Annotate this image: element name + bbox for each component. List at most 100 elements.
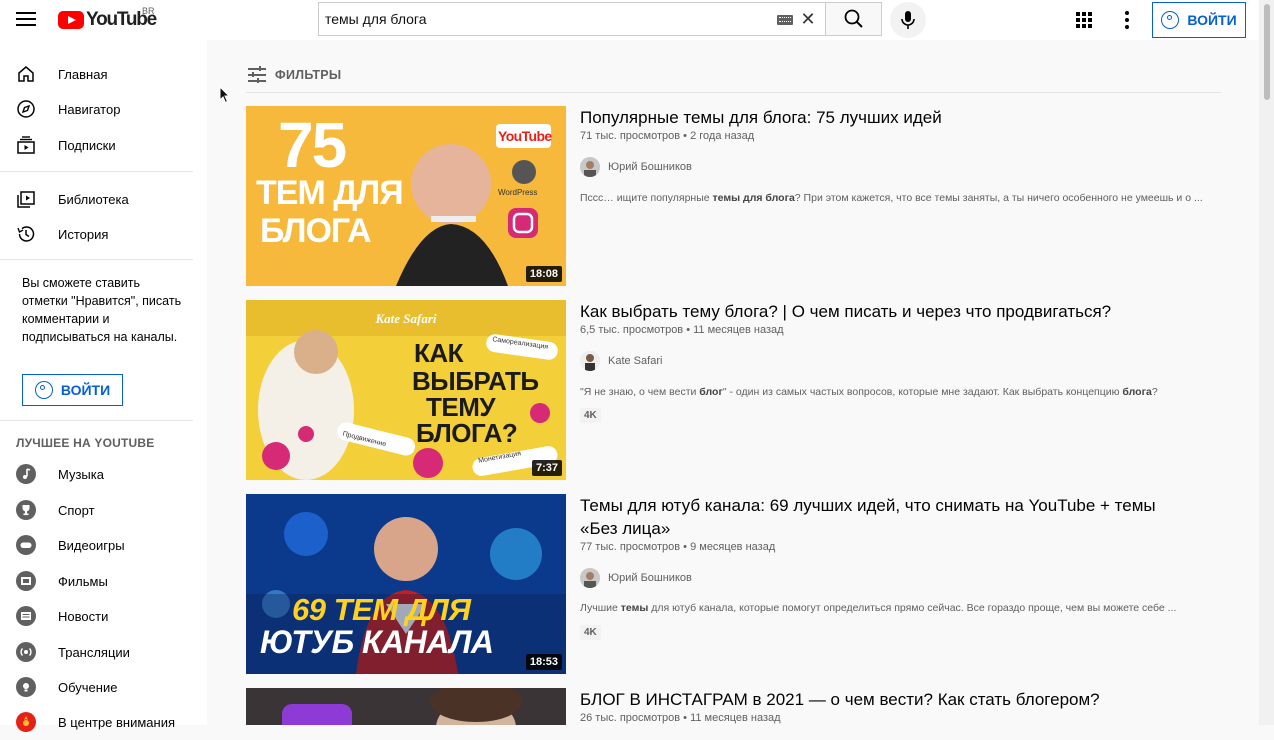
microphone-icon [901,11,915,29]
video-title[interactable]: Популярные темы для блога: 75 лучших иде… [580,106,1190,129]
search-box[interactable]: темы для блога ✕ [318,2,826,36]
sidebar-item-label: Фильмы [58,573,108,589]
search-button[interactable] [826,2,882,36]
sidebar-item-label: Главная [58,66,108,82]
description-text: Лучшие [580,602,621,614]
view-count: 77 тыс. просмотров [580,541,681,553]
sidebar-item-label: Трансляции [58,644,130,660]
signin-label: ВОЙТИ [60,382,111,398]
search-input[interactable]: темы для блога [325,11,427,27]
thumbnail-art [246,688,566,725]
video-description: Лучшие темы для ютуб канала, которые пом… [580,602,1220,614]
description-highlight: блога [1122,386,1152,398]
description-text: ? [1151,386,1158,398]
thumbnail-caption-line: КАК [414,338,464,368]
sidebar-item-home[interactable]: Главная [0,56,207,92]
sidebar-item-sports[interactable]: Спорт [0,492,207,528]
video-thumbnail[interactable] [246,688,566,725]
country-code: BR [142,6,155,16]
sidebar-item-label: Музыка [58,466,104,482]
channel-link[interactable]: Юрий Бошников [580,157,692,177]
sidebar-item-label: Навигатор [58,101,121,117]
description-text: "Я не знаю, о чем вести [580,386,700,398]
section-title-best: ЛУЧШЕЕ НА YOUTUBE [16,436,155,450]
movies-icon [16,571,36,591]
learning-icon [16,677,36,697]
filters-label: ФИЛЬТРЫ [275,68,342,82]
thumbnail-banner-text: Kate Safari [375,311,437,326]
sidebar-item-gaming[interactable]: Видеоигры [0,527,207,563]
sidebar-item-movies[interactable]: Фильмы [0,563,207,599]
apps-grid-icon[interactable] [1076,12,1092,28]
sidebar-item-label: Спорт [58,502,95,518]
sidebar-item-library[interactable]: Библиотека [0,181,207,217]
scrollbar-thumb[interactable] [1264,4,1270,100]
sidebar-divider [0,171,193,172]
video-title[interactable]: БЛОГ В ИНСТАГРАМ в 2021 — о чем вести? К… [580,688,1190,711]
duration-badge: 18:08 [525,266,562,282]
video-meta: 26 тыс. просмотров • 11 месяцев назад [580,712,781,724]
sidebar-item-label: Подписки [58,137,116,153]
sidebar-item-learning[interactable]: Обучение [0,669,207,705]
description-highlight: блог [699,386,723,398]
search-icon [844,9,863,28]
scrollbar-track[interactable] [1259,0,1274,725]
sidebar-item-label: История [58,226,109,242]
thumbnail-caption-line: БЛОГА? [416,418,518,448]
sidebar-item-spotlight[interactable]: В центре внимания [0,704,207,740]
channel-link[interactable]: Kate Safari [580,351,662,371]
sidebar-item-explore[interactable]: Навигатор [0,91,207,127]
sidebar-item-subscriptions[interactable]: Подписки [0,127,207,163]
avatar [580,568,600,588]
filters-bar[interactable]: ФИЛЬТРЫ [246,62,1221,93]
sidebar-divider [0,259,193,260]
sidebar-signin-button[interactable]: ВОЙТИ [22,374,123,406]
clear-search-icon[interactable]: ✕ [799,10,817,28]
sidebar-item-music[interactable]: Музыка [0,456,207,492]
video-description: Пссс… ищите популярные темы для блога? П… [580,192,1220,204]
view-count: 6,5 тыс. просмотров [580,324,684,336]
sidebar-item-history[interactable]: История [0,216,207,252]
thumbnail-caption-number: 75 [278,109,347,181]
upload-age: 11 месяцев назад [693,324,784,336]
description-text: для ютуб канала, которые помогут определ… [648,602,1177,614]
sidebar-item-live[interactable]: Трансляции [0,634,207,670]
mouse-cursor-icon [219,86,231,104]
library-icon [17,191,35,208]
gaming-icon [16,535,36,555]
keyboard-icon[interactable] [777,15,793,25]
description-text: " - один из самых частых вопросов, котор… [722,386,1123,398]
menu-icon[interactable] [16,12,36,28]
video-description: "Я не знаю, о чем вести блог" - один из … [580,386,1220,398]
channel-name: Kate Safari [608,355,663,367]
signin-label: ВОЙТИ [1187,12,1237,28]
view-count: 26 тыс. просмотров [580,712,681,724]
spotlight-icon [16,712,36,732]
account-icon [1161,11,1180,29]
video-meta: 6,5 тыс. просмотров • 11 месяцев назад [580,324,784,336]
video-thumbnail[interactable]: Kate Safari КАК ВЫБРАТЬ ТЕМУ БЛОГА? Само… [246,300,566,480]
duration-badge: 7:37 [531,460,562,476]
video-title[interactable]: Как выбрать тему блога? | О чем писать и… [580,300,1190,323]
avatar [580,351,600,371]
sidebar-item-news[interactable]: Новости [0,598,207,634]
upload-age: 2 года назад [690,130,755,142]
view-count: 71 тыс. просмотров [580,130,681,142]
thumbnail-caption-line: БЛОГА [260,212,372,250]
video-thumbnail[interactable]: 75 ТЕМ ДЛЯ БЛОГА YouTube WordPress 18:08 [246,106,566,286]
video-title[interactable]: Темы для ютуб канала: 69 лучших идей, чт… [580,494,1190,540]
video-meta: 77 тыс. просмотров • 9 месяцев назад [580,541,776,553]
video-thumbnail[interactable]: 69 ТЕМ ДЛЯ ЮТУБ КАНАЛА 18:53 [246,494,566,674]
signin-button[interactable]: ВОЙТИ [1152,2,1246,38]
channel-link[interactable]: Юрий Бошников [580,568,692,588]
sidebar-item-label: Библиотека [58,191,129,207]
description-highlight: темы для блога [712,192,795,204]
thumbnail-wordpress-logo: WordPress [498,188,538,197]
more-vert-icon[interactable] [1124,11,1130,29]
voice-search-button[interactable] [890,2,926,38]
avatar [580,157,600,177]
signin-prompt: Вы сможете ставить отметки "Нравится", п… [22,276,182,344]
sidebar-item-label: В центре внимания [58,714,176,730]
compass-icon [17,100,35,118]
filter-icon [248,66,266,83]
